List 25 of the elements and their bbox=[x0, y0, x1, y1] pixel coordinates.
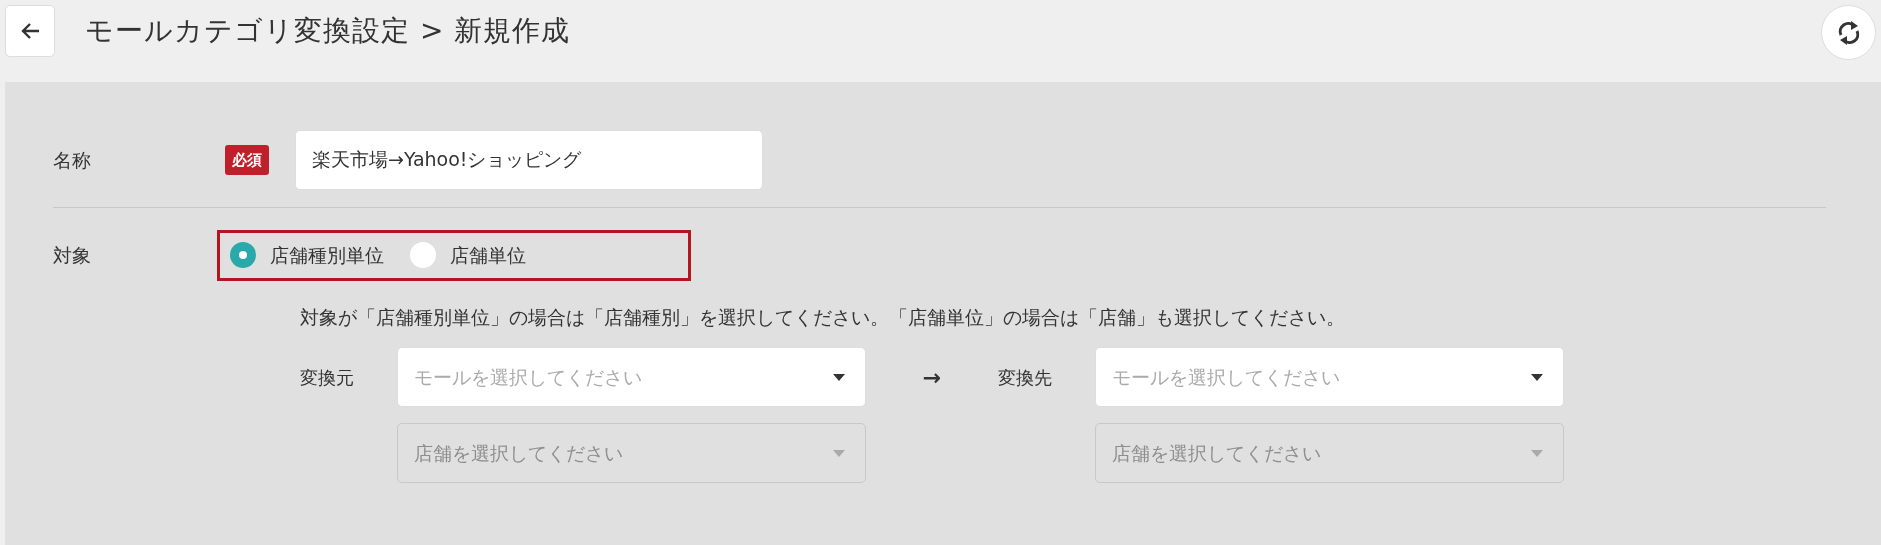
radio-option[interactable]: 店舗種別単位 bbox=[230, 241, 384, 270]
back-arrow-icon bbox=[20, 22, 40, 40]
radio-option[interactable]: 店舗単位 bbox=[410, 241, 526, 270]
help-text: 対象が「店舗種別単位」の場合は「店舗種別」を選択してください。「店舗単位」の場合は「店舗」も選択してください。 bbox=[300, 304, 1346, 330]
radio-icon[interactable] bbox=[230, 242, 256, 269]
dropdown-caret-icon bbox=[833, 373, 845, 381]
radio-icon[interactable] bbox=[410, 242, 436, 269]
select-field[interactable]: モールを選択してください bbox=[397, 347, 866, 407]
placeholder-text: 店舗を選択してください bbox=[414, 440, 623, 466]
dropdown-caret-icon bbox=[1531, 373, 1543, 381]
field-label: 対象 bbox=[52, 243, 92, 268]
back-button[interactable] bbox=[5, 5, 55, 57]
side-label: 変換元 bbox=[300, 366, 355, 390]
dropdown-caret-icon bbox=[833, 449, 845, 457]
dropdown-caret-icon bbox=[1531, 449, 1543, 457]
side-label: 変換先 bbox=[998, 366, 1053, 390]
page-title: モールカテゴリ変換設定 > 新規作成 bbox=[85, 13, 571, 49]
placeholder-text: モールを選択してください bbox=[414, 364, 642, 390]
select-field[interactable]: モールを選択してください bbox=[1095, 347, 1564, 407]
field-label: 名称 bbox=[52, 147, 92, 173]
name-input[interactable]: 楽天市場→Yahoo!ショッピング bbox=[295, 130, 763, 190]
required-badge: 必須 bbox=[225, 144, 269, 176]
arrow-text: → bbox=[921, 364, 943, 392]
placeholder-text: 店舗を選択してください bbox=[1112, 440, 1321, 466]
placeholder-text: モールを選択してください bbox=[1112, 364, 1340, 390]
